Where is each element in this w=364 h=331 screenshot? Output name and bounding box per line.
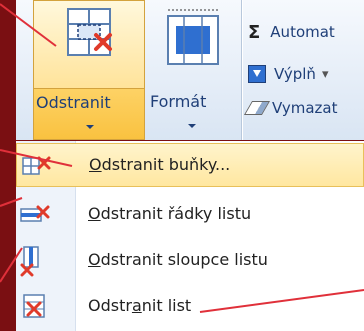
clear-label[interactable]: Vymazat: [272, 99, 338, 117]
delete-rows-icon: [20, 205, 50, 222]
format-button[interactable]: Formát: [146, 0, 240, 140]
fill-dropdown-arrow[interactable]: ▾: [322, 67, 329, 82]
autosum-label[interactable]: Automat: [270, 23, 335, 41]
delete-button[interactable]: Odstranit: [33, 0, 145, 140]
fill-down-icon: [248, 65, 266, 83]
menu-item-delete-rows[interactable]: Odstranit řádky listu: [16, 193, 364, 237]
autosum-button[interactable]: Σ Automat: [248, 18, 335, 46]
menu-item-label[interactable]: Odstranit list: [88, 296, 191, 315]
format-cells-icon: [167, 9, 219, 65]
delete-dropdown-arrow-icon[interactable]: [86, 125, 94, 129]
delete-button-label[interactable]: Odstranit: [36, 93, 111, 112]
delete-cells-icon: [22, 156, 51, 175]
ribbon-cells-group: Odstranit Formát Σ Automat Výplň ▾ Vymaz…: [16, 0, 364, 140]
menu-item-delete-cells[interactable]: Odstranit buňky...: [16, 143, 364, 187]
menu-item-label[interactable]: Odstranit sloupce listu: [88, 250, 268, 269]
screenshot-stage: Odstranit Formát Σ Automat Výplň ▾ Vymaz…: [0, 0, 364, 331]
ribbon-group-separator: [241, 0, 242, 140]
menu-item-label[interactable]: Odstranit buňky...: [89, 155, 230, 174]
delete-button-top[interactable]: [34, 1, 144, 89]
clear-button[interactable]: Vymazat: [243, 94, 338, 122]
fill-label[interactable]: Výplň: [274, 65, 316, 83]
fill-button[interactable]: Výplň ▾: [248, 60, 328, 88]
menu-item-delete-columns[interactable]: Odstranit sloupce listu: [16, 239, 364, 283]
eraser-icon: [243, 101, 271, 115]
menu-item-label[interactable]: Odstranit řádky listu: [88, 204, 251, 223]
sigma-icon: Σ: [248, 21, 261, 43]
delete-sheet-icon: [23, 294, 45, 318]
format-button-label[interactable]: Formát: [150, 92, 206, 111]
menu-item-delete-sheet[interactable]: Odstranit list: [16, 285, 364, 329]
format-dropdown-arrow-icon[interactable]: [188, 124, 196, 128]
delete-dropdown-menu: Odstranit buňky... Odstranit řádky listu…: [16, 141, 364, 331]
delete-columns-icon: [20, 246, 39, 277]
delete-cells-icon: [67, 8, 112, 56]
